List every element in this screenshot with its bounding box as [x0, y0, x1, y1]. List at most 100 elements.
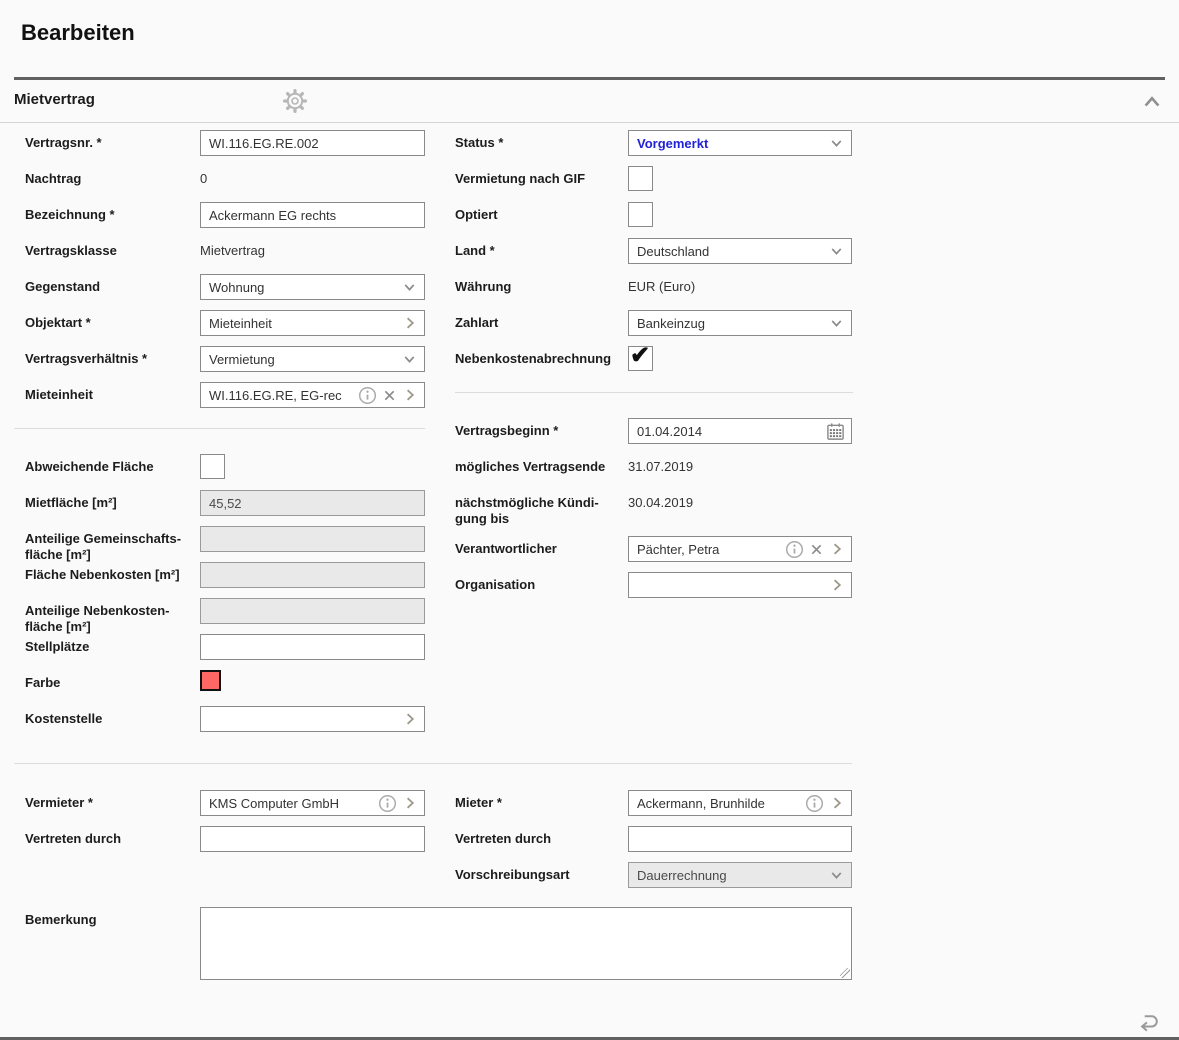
vertragsverhaeltnis-select[interactable]: Vermietung — [200, 346, 425, 372]
chevron-right-icon[interactable] — [402, 315, 418, 331]
chevron-down-icon — [828, 867, 845, 884]
verantwortlicher-value: Pächter, Petra — [637, 542, 785, 557]
vertreten-durch-vermieter-input[interactable] — [200, 826, 425, 852]
vertragsverhaeltnis-value: Vermietung — [209, 352, 401, 367]
objektart-label: Objektart * — [14, 310, 200, 331]
clear-x-icon[interactable] — [809, 542, 824, 557]
chevron-down-icon[interactable] — [401, 351, 418, 368]
bemerkung-textarea[interactable] — [200, 907, 852, 980]
organisation-picker[interactable] — [628, 572, 852, 598]
info-icon[interactable] — [805, 794, 824, 813]
objektart-value: Mieteinheit — [209, 316, 402, 331]
field-row-gegenstand: Gegenstand Wohnung — [14, 274, 425, 310]
vertragsnr-label: Vertragsnr. * — [14, 130, 200, 151]
undo-return-icon[interactable] — [1134, 1009, 1161, 1037]
objektart-picker[interactable]: Mieteinheit — [200, 310, 425, 336]
field-row-organisation: Organisation — [455, 572, 853, 608]
field-row-vertreten-durch-mieter: Vertreten durch — [455, 826, 853, 862]
chevron-down-icon[interactable] — [828, 135, 845, 152]
info-icon[interactable] — [378, 794, 397, 813]
field-row-vertragsverhaeltnis: Vertragsverhältnis * Vermietung — [14, 346, 425, 382]
zahlart-value: Bankeinzug — [637, 316, 828, 331]
vermieter-value: KMS Computer GmbH — [209, 796, 378, 811]
mieter-value: Ackermann, Brunhilde — [637, 796, 805, 811]
zahlart-select[interactable]: Bankeinzug — [628, 310, 852, 336]
chevron-right-icon[interactable] — [402, 795, 418, 811]
farbe-label: Farbe — [14, 670, 200, 691]
field-row-kostenstelle: Kostenstelle — [14, 706, 425, 742]
page-title: Bearbeiten — [0, 0, 1179, 49]
vermieter-label: Vermieter * — [14, 790, 200, 811]
form-column-left-bottom: Vermieter * KMS Computer GmbH Vertreten … — [14, 790, 425, 862]
zahlart-label: Zahlart — [455, 310, 628, 331]
field-row-anteilige-gemeinschaftsflaeche: Anteilige Gemeinschafts- fläche [m²] — [14, 526, 425, 562]
nebenkostenabrechnung-checkbox[interactable]: ✔ — [628, 346, 653, 371]
chevron-right-icon[interactable] — [829, 577, 845, 593]
vertragsbeginn-date-input[interactable]: 01.04.2014 — [628, 418, 852, 444]
gegenstand-select[interactable]: Wohnung — [200, 274, 425, 300]
vermieter-lookup[interactable]: KMS Computer GmbH — [200, 790, 425, 816]
moegliches-vertragsende-label: mögliches Vertragsende — [455, 454, 628, 475]
info-icon[interactable] — [358, 386, 377, 405]
mieteinheit-label: Mieteinheit — [14, 382, 200, 403]
field-row-bezeichnung: Bezeichnung * — [14, 202, 425, 238]
chevron-right-icon[interactable] — [829, 541, 845, 557]
mietflaeche-input — [200, 490, 425, 516]
anteilige-nebenkostenflaeche-label: Anteilige Nebenkosten- fläche [m²] — [14, 598, 200, 635]
field-row-optiert: Optiert — [455, 202, 853, 238]
form-column-right: Status * Vorgemerkt Vermietung nach GIF … — [455, 130, 853, 608]
edit-page: Bearbeiten Mietvertrag — [0, 0, 1179, 1032]
vertreten-durch-mieter-input[interactable] — [628, 826, 852, 852]
flaeche-nebenkosten-label: Fläche Nebenkosten [m²] — [14, 562, 200, 583]
vertragsnr-input[interactable] — [200, 130, 425, 156]
form-column-right-bottom: Mieter * Ackermann, Brunhilde Vertreten … — [455, 790, 853, 898]
nebenkostenabrechnung-label: Nebenkostenabrechnung — [455, 346, 628, 367]
abweichende-flaeche-checkbox[interactable] — [200, 454, 225, 479]
land-select[interactable]: Deutschland — [628, 238, 852, 264]
bezeichnung-input[interactable] — [200, 202, 425, 228]
checkmark-icon: ✔ — [630, 341, 650, 370]
field-row-vermietung-nach-gif: Vermietung nach GIF — [455, 166, 853, 202]
stellplaetze-label: Stellplätze — [14, 634, 200, 655]
nachtrag-label: Nachtrag — [14, 166, 200, 187]
textarea-resize-handle[interactable] — [840, 968, 850, 978]
optiert-checkbox[interactable] — [628, 202, 653, 227]
field-row-mieteinheit: Mieteinheit WI.116.EG.RE, EG-rec — [14, 382, 425, 418]
field-row-stellplaetze: Stellplätze — [14, 634, 425, 670]
field-row-zahlart: Zahlart Bankeinzug — [455, 310, 853, 346]
section-header: Mietvertrag — [0, 80, 1179, 122]
stellplaetze-input[interactable] — [200, 634, 425, 660]
clear-x-icon[interactable] — [382, 388, 397, 403]
gear-icon[interactable] — [282, 88, 308, 114]
footer — [0, 999, 1179, 1037]
farbe-color-swatch[interactable] — [200, 670, 221, 691]
chevron-right-icon[interactable] — [402, 711, 418, 727]
vermietung-nach-gif-checkbox[interactable] — [628, 166, 653, 191]
info-icon[interactable] — [785, 540, 804, 559]
kostenstelle-picker[interactable] — [200, 706, 425, 732]
vertragsklasse-value: Mietvertrag — [200, 238, 425, 259]
field-row-bemerkung: Bemerkung — [14, 907, 1165, 999]
mieter-lookup[interactable]: Ackermann, Brunhilde — [628, 790, 852, 816]
status-label: Status * — [455, 130, 628, 151]
verantwortlicher-lookup[interactable]: Pächter, Petra — [628, 536, 852, 562]
section-title: Mietvertrag — [14, 91, 95, 108]
chevron-right-icon[interactable] — [829, 795, 845, 811]
waehrung-value: EUR (Euro) — [628, 274, 852, 295]
collapse-section-icon[interactable] — [1141, 91, 1163, 111]
field-row-waehrung: Währung EUR (Euro) — [455, 274, 853, 310]
mieteinheit-lookup[interactable]: WI.116.EG.RE, EG-rec — [200, 382, 425, 408]
field-row-vertragsnr: Vertragsnr. * — [14, 130, 425, 166]
land-label: Land * — [455, 238, 628, 259]
section-group-divider — [14, 763, 852, 764]
calendar-icon[interactable] — [826, 422, 845, 441]
chevron-down-icon[interactable] — [828, 315, 845, 332]
chevron-down-icon[interactable] — [828, 243, 845, 260]
chevron-down-icon[interactable] — [401, 279, 418, 296]
vorschreibungsart-value: Dauerrechnung — [637, 868, 828, 883]
mietflaeche-label: Mietfläche [m²] — [14, 490, 200, 511]
vertragsklasse-label: Vertragsklasse — [14, 238, 200, 259]
status-select[interactable]: Vorgemerkt — [628, 130, 852, 156]
chevron-right-icon[interactable] — [402, 387, 418, 403]
field-row-land: Land * Deutschland — [455, 238, 853, 274]
